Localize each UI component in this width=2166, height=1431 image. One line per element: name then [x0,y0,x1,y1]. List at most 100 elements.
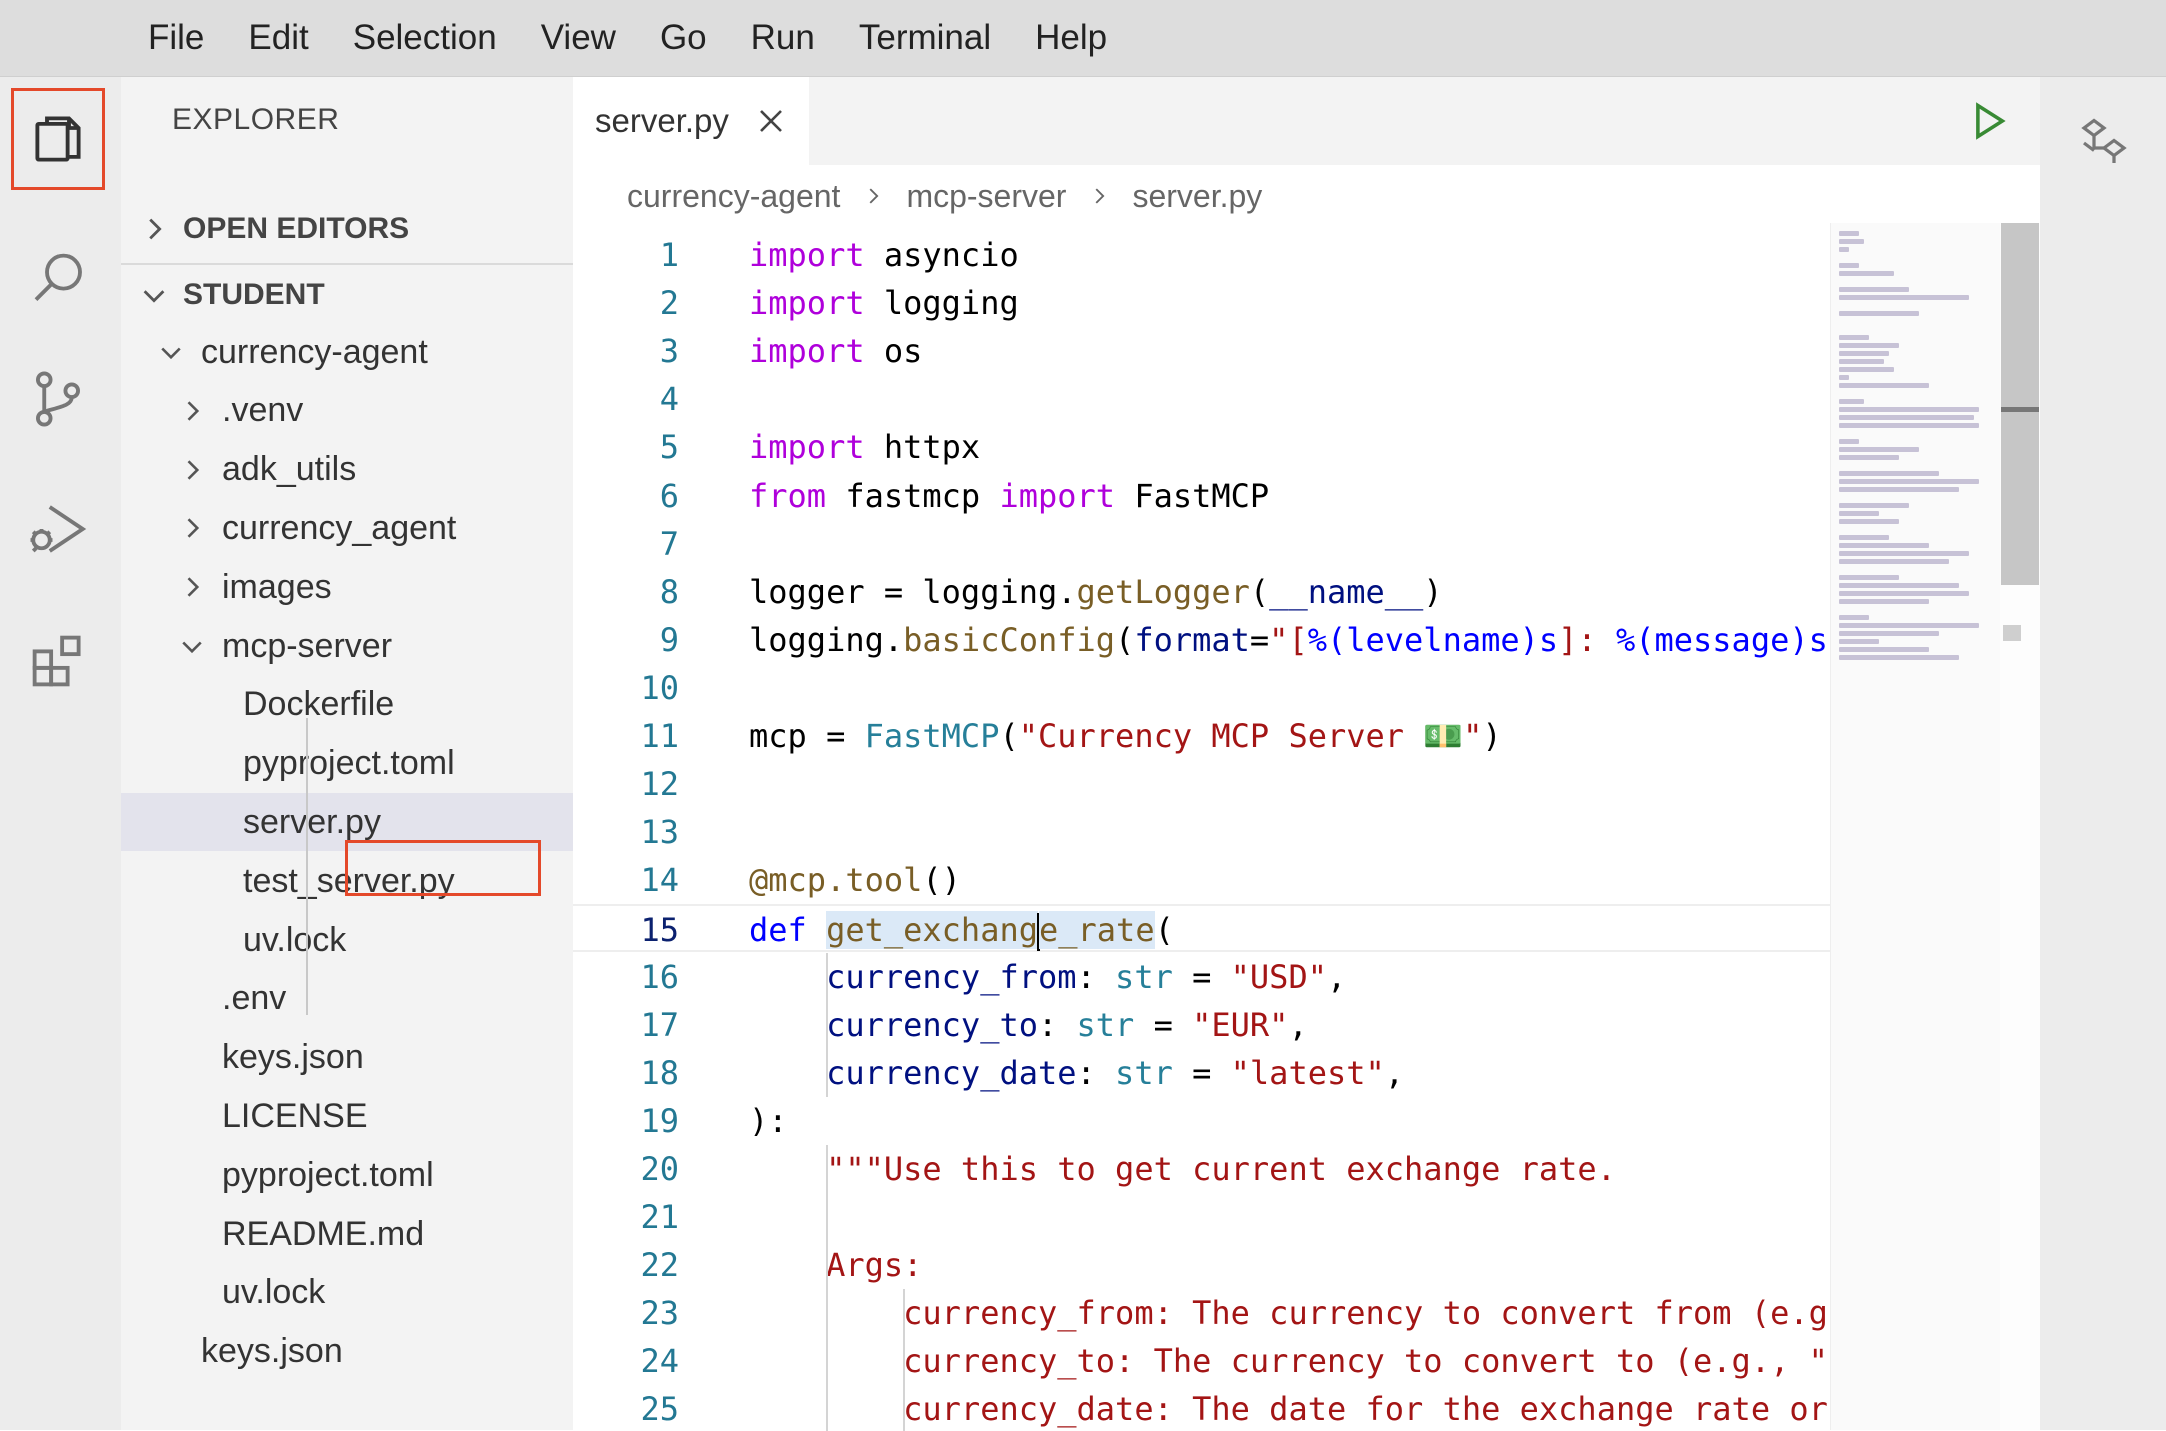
menu-go[interactable]: Go [660,18,707,58]
code-line[interactable]: 17 currency_to: str = "EUR", [573,1001,1830,1049]
minimap-line [1839,367,1894,372]
code-line[interactable]: 21 [573,1193,1830,1241]
menu-view[interactable]: View [541,18,616,58]
code-line[interactable]: 23 currency_from: The currency to conver… [573,1289,1830,1337]
minimap-line [1839,383,1929,388]
code-line[interactable]: 8 logger = logging.getLogger(__name__) [573,568,1830,616]
code-token: , [1288,1005,1308,1044]
tree-item[interactable]: LICENSE [121,1087,573,1145]
tree-item[interactable]: Dockerfile [121,676,573,734]
code-line[interactable]: 12 [573,760,1830,808]
code-line[interactable]: 1 import asyncio [573,231,1830,279]
tree-item-label: Dockerfile [243,685,395,724]
code-line[interactable]: 3 import os [573,327,1830,375]
minimap-line [1839,287,1909,292]
run-icon[interactable] [1971,101,2007,141]
tree-item[interactable]: .env [121,970,573,1028]
open-editors-section[interactable]: OPEN EDITORS [121,199,573,259]
code-line[interactable]: 24 currency_to: The currency to convert … [573,1337,1830,1385]
tree-item[interactable]: mcp-server [121,617,573,675]
code-line[interactable]: 15 def get_exchange_rate( [573,904,1830,954]
code-token: import [999,476,1116,515]
chevron-down-icon [161,347,181,360]
code-text: def get_exchange_rate( [749,906,1174,954]
code-line[interactable]: 18 currency_date: str = "latest", [573,1049,1830,1097]
code-line[interactable]: 6 from fastmcp import FastMCP [573,472,1830,520]
breadcrumb-item[interactable]: mcp-server [906,178,1066,215]
code-line[interactable]: 16 currency_from: str = "USD", [573,953,1830,1001]
code-line[interactable]: 2 import logging [573,279,1830,327]
code-token: str [1115,1053,1173,1092]
code-token: getLogger [1076,572,1250,611]
code-token: "Currency MCP Server 💵" [1018,717,1483,755]
scrollbar-thumb[interactable] [2001,223,2039,585]
menu-edit[interactable]: Edit [248,18,308,58]
tree-item[interactable]: .venv [121,382,573,440]
tree-item[interactable]: README.md [121,1205,573,1263]
menu-selection[interactable]: Selection [353,18,497,58]
minimap-line [1839,247,1849,252]
code-text: logger = logging.getLogger(__name__) [749,568,1443,616]
minimap[interactable] [1830,223,2001,1430]
code-line[interactable]: 4 [573,375,1830,423]
code-token: import [749,428,865,467]
line-number: 18 [640,1053,679,1092]
explorer-icon[interactable] [11,88,105,190]
menu-terminal[interactable]: Terminal [859,18,991,58]
minimap-line [1839,591,1969,596]
code-line[interactable]: 10 [573,664,1830,712]
tab-server-py[interactable]: server.py [573,77,809,165]
source-control-icon[interactable] [12,349,104,449]
breadcrumb-item[interactable]: currency-agent [627,178,840,215]
tree-item[interactable]: images [121,558,573,616]
tree-item-label: README.md [222,1214,425,1253]
code-line[interactable]: 13 [573,808,1830,856]
menu-run[interactable]: Run [751,18,815,58]
code-text: mcp = FastMCP("Currency MCP Server 💵") [749,712,1502,760]
search-icon[interactable] [12,229,104,329]
code-line[interactable]: 5 import httpx [573,423,1830,471]
code-line[interactable]: 20 """Use this to get current exchange r… [573,1145,1830,1193]
minimap-line [1839,583,1959,588]
run-debug-icon[interactable] [12,479,104,579]
tree-item[interactable]: pyproject.toml [121,735,573,793]
tree-item[interactable]: adk_utils [121,441,573,499]
line-number: 12 [640,765,679,804]
close-icon[interactable] [755,105,787,137]
code-line[interactable]: 9 logging.basicConfig(format="[%(levelnam… [573,616,1830,664]
code-line[interactable]: 25 currency_date: The date for the excha… [573,1385,1830,1431]
code-text: currency_date: str = "latest", [749,1049,1404,1097]
minimap-line [1839,311,1919,316]
code-token: %(levelname)s [1307,620,1559,659]
code-view[interactable]: 1 import asyncio 2 import logging 3 import os… [573,231,1830,1431]
minimap-line [1839,343,1899,348]
line-number: 16 [640,957,679,996]
tree-item[interactable]: currency_agent [121,499,573,557]
tree-item[interactable]: uv.lock [121,1264,573,1322]
tree-item-label: currency-agent [201,332,428,371]
tree-item[interactable]: keys.json [121,1029,573,1087]
code-line[interactable]: 22 Args: [573,1241,1830,1289]
tree-item[interactable]: keys.json [121,1323,573,1381]
minimap-line [1839,551,1969,556]
menu-file[interactable]: File [148,18,204,58]
graph-icon[interactable] [2074,113,2134,173]
workspace-section[interactable]: STUDENT [121,263,573,325]
tree-item[interactable]: currency-agent [121,323,573,381]
menu-help[interactable]: Help [1035,18,1107,58]
extensions-icon[interactable] [12,611,104,711]
line-number: 25 [640,1390,679,1429]
line-number: 24 [640,1342,679,1381]
editor-area: server.py currency-agent mcp-server server… [573,77,2040,1431]
code-line[interactable]: 11 mcp = FastMCP("Currency MCP Server 💵") [573,712,1830,760]
tree-item[interactable]: pyproject.toml [121,1146,573,1204]
code-line[interactable]: 7 [573,520,1830,568]
code-token: Args: [826,1246,923,1285]
code-token: () [922,861,961,900]
chevron-down-icon [143,290,165,303]
code-line[interactable]: 19): [573,1097,1830,1145]
code-line[interactable]: 14 @mcp.tool() [573,856,1830,904]
tree-item[interactable]: uv.lock [121,911,573,969]
breadcrumb-item[interactable]: server.py [1132,178,1262,215]
code-token: : [1076,957,1116,996]
